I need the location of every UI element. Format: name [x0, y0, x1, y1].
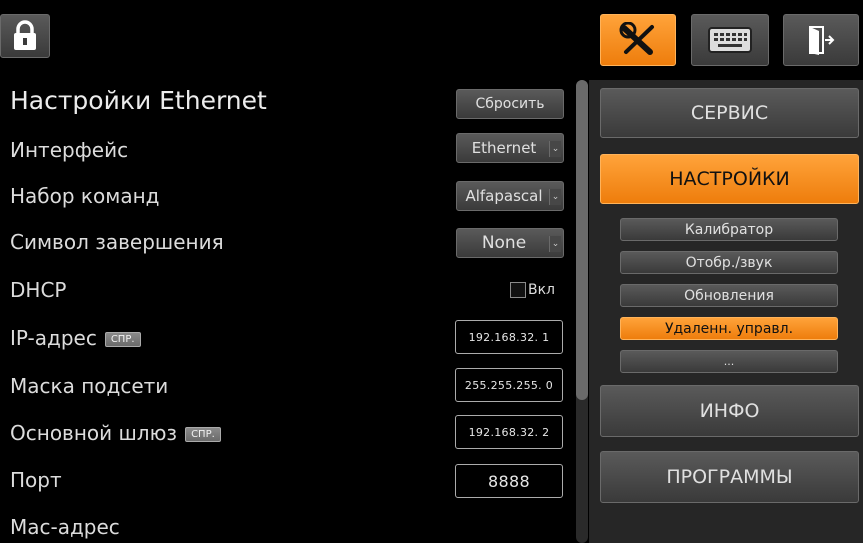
reset-button[interactable]: Сбросить — [456, 89, 564, 119]
chevron-down-icon: ⌄ — [549, 189, 561, 205]
terminator-label: Символ завершения — [10, 230, 224, 254]
menu-info[interactable]: ИНФО — [600, 385, 859, 437]
menu-programs[interactable]: ПРОГРАММЫ — [600, 451, 859, 503]
dhcp-label: DHCP — [10, 278, 67, 302]
menu-settings[interactable]: НАСТРОЙКИ — [600, 154, 859, 204]
submenu-more[interactable]: ... — [620, 350, 838, 373]
submenu-display-sound[interactable]: Отобр./звук — [620, 251, 838, 274]
ip-spr-badge[interactable]: СПР. — [104, 332, 141, 347]
terminator-select[interactable]: None ⌄ — [456, 228, 564, 258]
dhcp-checkbox[interactable] — [510, 282, 526, 298]
chevron-down-icon: ⌄ — [549, 141, 561, 157]
interface-value: Ethernet — [471, 139, 537, 157]
ip-label-row: IP-адрес СПР. — [10, 326, 141, 350]
command-set-label: Набор команд — [10, 184, 160, 208]
gateway-spr-badge[interactable]: СПР. — [185, 427, 221, 442]
scrollbar-thumb[interactable] — [576, 80, 588, 400]
keyboard-icon — [708, 27, 752, 53]
ip-address-field[interactable]: 192.168.32. 1 — [455, 320, 563, 354]
exit-icon — [809, 26, 835, 55]
menu-service[interactable]: СЕРВИС — [600, 88, 859, 138]
subnet-label: Маска подсети — [10, 374, 169, 398]
command-set-value: Alfapascal — [465, 187, 543, 205]
dhcp-toggle[interactable]: Вкл — [510, 282, 555, 298]
port-field[interactable]: 8888 — [455, 464, 563, 498]
port-label: Порт — [10, 468, 62, 492]
subnet-mask-field[interactable]: 255.255.255. 0 — [455, 368, 563, 402]
ip-label: IP-адрес — [10, 326, 97, 350]
terminator-value: None — [481, 233, 527, 253]
keyboard-button[interactable] — [691, 14, 769, 66]
gateway-field[interactable]: 192.168.32. 2 — [455, 415, 563, 449]
exit-button[interactable] — [783, 14, 859, 66]
tools-button[interactable] — [600, 14, 676, 66]
interface-label: Интерфейс — [10, 138, 129, 162]
scrollbar-track[interactable] — [576, 80, 588, 543]
tools-icon — [619, 22, 654, 55]
gateway-label-row: Основной шлюз СПР. — [10, 421, 221, 445]
gateway-label: Основной шлюз — [10, 421, 178, 445]
chevron-down-icon: ⌄ — [549, 236, 561, 252]
dhcp-checkbox-label: Вкл — [528, 282, 556, 298]
page-title: Настройки Ethernet — [10, 86, 267, 115]
mac-label: Mac-адрес — [10, 515, 120, 539]
submenu-remote-control[interactable]: Удаленн. управл. — [620, 317, 838, 340]
command-set-select[interactable]: Alfapascal ⌄ — [456, 181, 564, 211]
lock-button[interactable] — [0, 14, 50, 58]
interface-select[interactable]: Ethernet ⌄ — [456, 133, 564, 163]
submenu-updates[interactable]: Обновления — [620, 284, 838, 307]
lock-icon — [14, 20, 36, 50]
submenu-calibrator[interactable]: Калибратор — [620, 218, 838, 241]
